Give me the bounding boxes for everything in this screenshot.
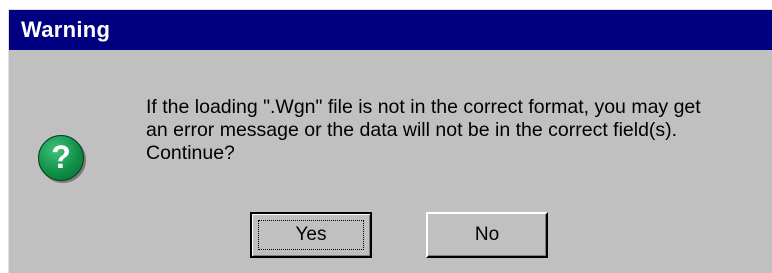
dialog-title: Warning <box>21 17 111 42</box>
message-line: If the loading ".Wgn" file is not in the… <box>146 96 701 118</box>
message-line: an error message or the data will not be… <box>146 119 678 141</box>
yes-button-label: Yes <box>295 224 327 245</box>
yes-button[interactable]: Yes <box>250 212 372 258</box>
warning-dialog: Warning ? If the loading ".Wgn" file is … <box>8 9 772 273</box>
question-mark-glyph: ? <box>51 139 71 175</box>
message-text: If the loading ".Wgn" file is not in the… <box>146 96 766 165</box>
no-button[interactable]: No <box>426 212 548 258</box>
question-icon: ? <box>38 135 84 181</box>
no-button-label: No <box>474 224 500 245</box>
message-line: Continue? <box>146 142 235 164</box>
title-bar[interactable]: Warning <box>9 10 772 50</box>
